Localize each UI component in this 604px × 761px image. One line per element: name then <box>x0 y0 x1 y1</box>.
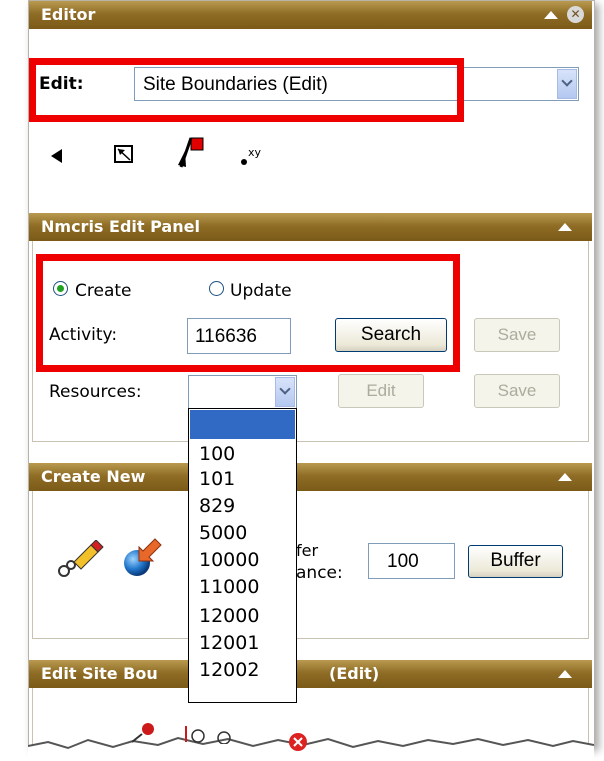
resources-label: Resources: <box>49 382 142 402</box>
select-arrow-icon[interactable] <box>50 148 64 164</box>
edit-layer-select[interactable]: Site Boundaries (Edit) <box>134 67 579 101</box>
resources-select[interactable] <box>188 375 297 409</box>
save-button-resources[interactable]: Save <box>474 374 560 408</box>
collapse-triangle-icon[interactable] <box>558 670 572 678</box>
editor-title: Editor <box>41 5 96 24</box>
dropdown-option[interactable]: 12000 <box>199 605 259 627</box>
dropdown-option[interactable]: 12002 <box>199 659 259 681</box>
chevron-down-icon[interactable] <box>557 69 577 99</box>
point-dot-icon <box>241 159 247 165</box>
save-button-activity[interactable]: Save <box>474 318 560 352</box>
torn-edge <box>28 736 594 761</box>
resources-dropdown-list[interactable]: 100 101 829 5000 10000 11000 12000 12001… <box>188 408 297 703</box>
select-box-icon[interactable] <box>113 143 135 165</box>
collapse-triangle-icon[interactable] <box>558 223 572 231</box>
activity-input[interactable]: 116636 <box>187 318 291 354</box>
xy-text: xy <box>248 146 262 159</box>
edit-label: Edit: <box>39 74 84 94</box>
buffer-value: 100 <box>387 551 419 572</box>
dropdown-option[interactable]: 5000 <box>199 522 247 544</box>
edit-site-title-right: (Edit) <box>329 664 380 683</box>
activity-label: Activity: <box>49 325 118 345</box>
xy-point-icon[interactable]: xy <box>241 146 267 168</box>
nmcris-header: Nmcris Edit Panel <box>29 213 592 241</box>
edit-button[interactable]: Edit <box>338 374 424 408</box>
editor-header: Editor ✕ <box>29 1 592 29</box>
pushpin-icon[interactable] <box>128 722 158 744</box>
dropdown-option[interactable]: 101 <box>199 468 235 490</box>
dropdown-option[interactable]: 100 <box>199 443 235 465</box>
dropdown-option[interactable]: 10000 <box>199 549 259 571</box>
dropdown-option[interactable]: 829 <box>199 495 235 517</box>
radio-update[interactable] <box>209 281 224 296</box>
collapse-triangle-icon[interactable] <box>558 473 572 481</box>
edit-site-header: Edit Site Bou (Edit) <box>29 660 592 688</box>
add-point-icon[interactable] <box>121 533 165 581</box>
create-new-title: Create New <box>41 467 146 486</box>
radio-create-label: Create <box>75 281 132 301</box>
dropdown-option[interactable]: 11000 <box>199 576 259 598</box>
dropdown-option-selected[interactable] <box>190 410 295 439</box>
buffer-distance-input[interactable]: 100 <box>368 543 455 579</box>
edit-site-title-left: Edit Site Bou <box>41 664 158 683</box>
search-button[interactable]: Search <box>335 318 447 352</box>
radio-create[interactable] <box>53 281 68 296</box>
buffer-button[interactable]: Buffer <box>468 545 563 578</box>
edit-layer-value: Site Boundaries (Edit) <box>143 74 328 95</box>
draw-pencil-icon[interactable] <box>55 540 105 580</box>
buffer-label-line1: fer <box>296 541 319 560</box>
buffer-label-line2: ance: <box>296 563 343 583</box>
delete-icon[interactable] <box>288 732 308 752</box>
dropdown-option[interactable]: 12001 <box>199 632 259 654</box>
nmcris-title: Nmcris Edit Panel <box>41 217 200 236</box>
activity-value: 116636 <box>195 326 257 347</box>
collapse-triangle-icon[interactable] <box>544 11 558 19</box>
create-new-header: Create New <box>29 463 592 491</box>
close-icon[interactable]: ✕ <box>567 6 584 23</box>
flag-icon[interactable] <box>175 137 205 169</box>
chevron-down-icon[interactable] <box>275 377 295 407</box>
vertex-edit-icon[interactable] <box>182 724 242 744</box>
radio-update-label: Update <box>230 281 292 301</box>
